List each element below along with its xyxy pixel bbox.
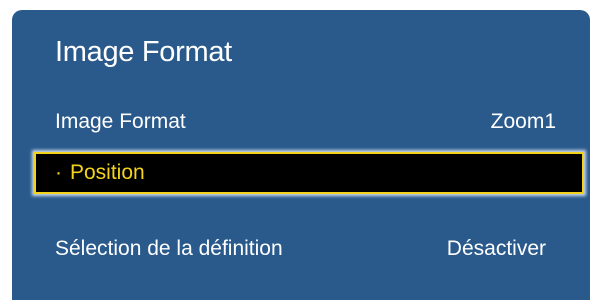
menu-item-label: · Position xyxy=(55,161,145,185)
menu-item-label-text: Position xyxy=(70,161,145,184)
menu-item-value: Zoom1 xyxy=(490,110,556,133)
bullet-icon: · xyxy=(55,161,62,184)
menu-item-position-selected[interactable]: · Position xyxy=(34,152,584,194)
menu-title: Image Format xyxy=(55,36,232,68)
menu-item-label: Sélection de la définition xyxy=(55,237,283,260)
menu-item-value: Désactiver xyxy=(446,237,546,260)
menu-item-image-format[interactable]: Image Format Zoom1 xyxy=(12,102,590,142)
menu-item-label: Image Format xyxy=(55,110,186,133)
osd-menu-panel: Image Format Image Format Zoom1 · Positio… xyxy=(12,10,590,300)
menu-item-resolution-selection[interactable]: Sélection de la définition Désactiver xyxy=(12,229,590,269)
